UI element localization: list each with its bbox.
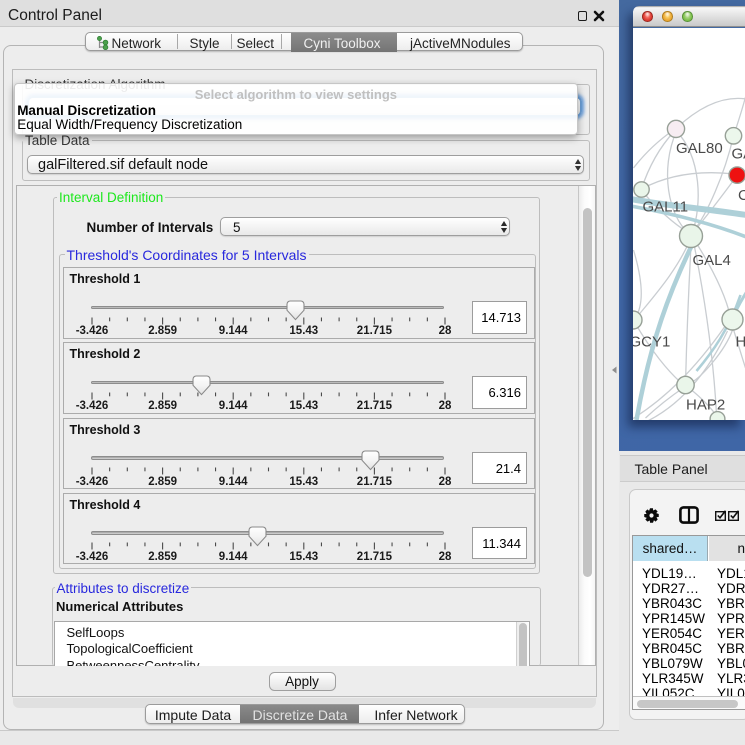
svg-text:HAP2: HAP2 <box>686 397 725 414</box>
svg-text:GCY1: GCY1 <box>633 334 670 351</box>
svg-text:GAL11: GAL11 <box>642 199 688 216</box>
svg-text:GAL4: GAL4 <box>692 252 730 269</box>
svg-text:C: C <box>738 187 745 204</box>
svg-text:H: H <box>735 334 745 351</box>
svg-text:GA: GA <box>731 146 745 163</box>
svg-text:GAL80: GAL80 <box>676 140 723 157</box>
